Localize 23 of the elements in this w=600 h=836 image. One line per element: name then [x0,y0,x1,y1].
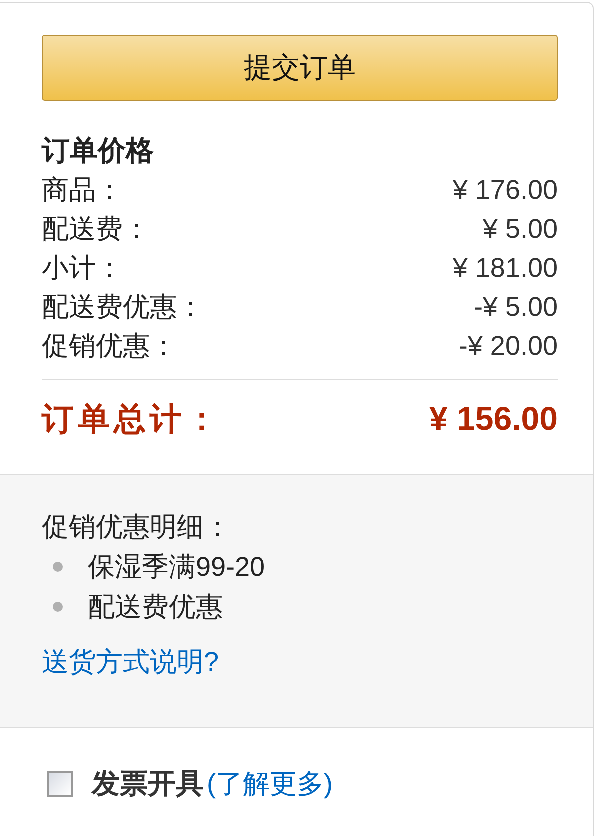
invoice-checkbox[interactable] [47,771,73,797]
price-value: ¥ 181.00 [452,252,558,285]
promotion-item: 配送费优惠 [88,591,223,624]
price-label: 促销优惠： [42,330,177,363]
section-title: 订单价格 [42,134,155,168]
learn-more-link[interactable]: (了解更多) [207,764,333,804]
invoice-label: 发票开具 [92,767,204,801]
delivery-help-link[interactable]: 送货方式说明? [42,642,220,682]
total-value: ¥ 156.00 [430,399,558,439]
price-label: 配送费优惠： [42,291,204,324]
price-value: ¥ 176.00 [452,174,558,207]
price-value: -¥ 20.00 [458,330,558,363]
submit-order-button[interactable]: 提交订单 [42,35,558,101]
price-label: 商品： [42,174,123,207]
section-title: 促销优惠明细： [42,511,232,544]
bullet-icon [53,562,63,572]
price-value: -¥ 5.00 [474,291,558,324]
price-value: ¥ 5.00 [482,213,558,246]
bullet-icon [53,602,63,612]
price-label: 配送费： [42,213,150,246]
promotion-item: 保湿季满99-20 [88,551,266,584]
price-label: 小计： [42,252,123,285]
total-label: 订单总计： [42,400,222,439]
